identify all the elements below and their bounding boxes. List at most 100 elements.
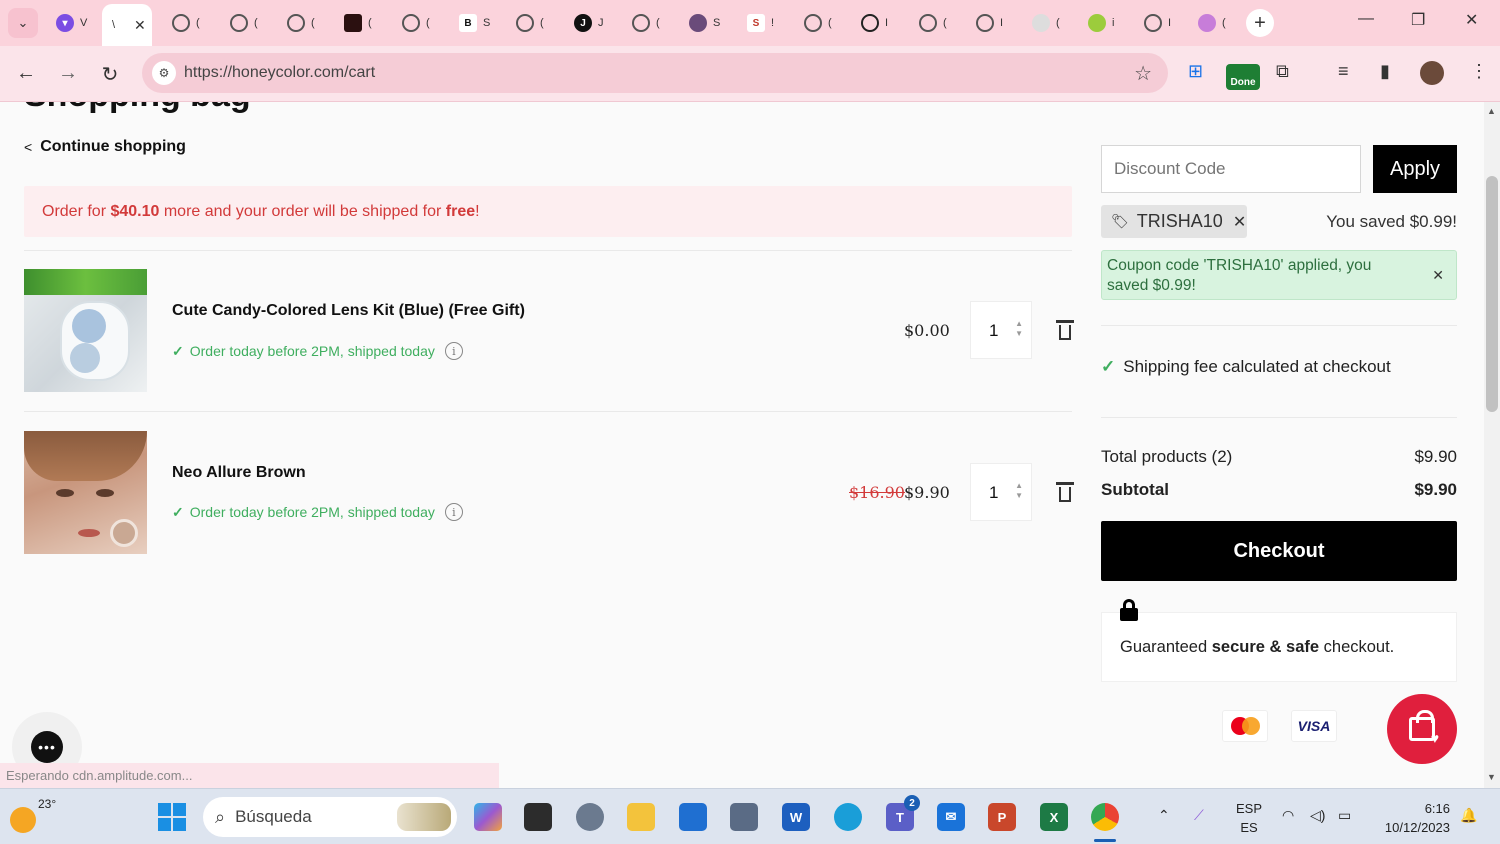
teams-icon[interactable]: T2 — [886, 795, 920, 831]
continue-shopping-link[interactable]: < Continue shopping — [24, 138, 186, 156]
wifi-icon[interactable]: ◠ — [1282, 807, 1294, 824]
start-button-icon[interactable] — [158, 803, 186, 831]
tab[interactable]: S — [681, 8, 735, 38]
notification-badge: 2 — [904, 795, 920, 811]
info-icon[interactable]: i — [444, 503, 463, 521]
system-clock[interactable]: 6:16 10/12/2023 — [1376, 799, 1450, 837]
input-language-indicator[interactable]: ESP ES — [1236, 799, 1262, 837]
restore-icon[interactable]: ❐ — [1411, 10, 1425, 30]
trash-icon[interactable] — [1056, 320, 1074, 342]
tab[interactable]: ( — [1024, 8, 1078, 38]
show-hidden-icons-icon[interactable]: ⌃ — [1158, 807, 1170, 824]
search-icon: ⌕ — [215, 806, 226, 827]
pen-tray-icon[interactable]: ⟋ — [1194, 807, 1204, 824]
address-bar[interactable]: ⚙ https://honeycolor.com/cart ☆ — [142, 53, 1168, 93]
forward-icon[interactable]: → — [56, 62, 80, 85]
profile-avatar[interactable] — [1420, 61, 1444, 85]
back-icon[interactable]: ← — [14, 62, 38, 85]
tab[interactable]: ( — [624, 8, 678, 38]
tab[interactable]: BS — [451, 8, 505, 38]
tab[interactable]: ( — [164, 8, 218, 38]
cart-page: Shopping bag < Continue shopping Order f… — [0, 102, 1484, 788]
mastercard-icon — [1222, 710, 1268, 742]
total-products-value: $9.90 — [1414, 447, 1457, 466]
taskbar-search[interactable]: ⌕ Búsqueda — [203, 797, 457, 837]
task-view-icon[interactable] — [524, 803, 552, 831]
url-text[interactable]: https://honeycolor.com/cart — [184, 64, 375, 82]
side-panel-icon[interactable]: ▮ — [1380, 61, 1390, 82]
scroll-up-icon[interactable]: ▲ — [1487, 106, 1496, 116]
close-alert-icon[interactable]: ✕ — [1432, 265, 1444, 285]
media-controls-icon[interactable]: ≡ — [1338, 61, 1349, 82]
file-explorer-icon[interactable] — [627, 803, 655, 831]
notification-bell-icon[interactable]: 🔔 — [1460, 807, 1477, 824]
tab[interactable]: ( — [394, 8, 448, 38]
product-price: $9.90 — [904, 483, 950, 502]
scrollbar-thumb[interactable] — [1486, 176, 1498, 412]
tab[interactable]: JJ — [566, 8, 620, 38]
site-settings-icon[interactable]: ⚙ — [152, 61, 176, 85]
settings-gear-icon[interactable] — [576, 803, 604, 831]
page-scrollbar[interactable]: ▲ ▼ — [1484, 102, 1500, 788]
tab[interactable]: ( — [336, 8, 390, 38]
tab[interactable]: I — [853, 8, 907, 38]
reload-icon[interactable]: ↻ — [98, 62, 122, 87]
divider — [24, 411, 1072, 412]
close-tab-icon[interactable]: ✕ — [134, 17, 146, 34]
tab-search-icon[interactable]: ⌄ — [8, 8, 38, 38]
tab[interactable]: ( — [222, 8, 276, 38]
extensions-icon[interactable]: ⧉ — [1276, 61, 1289, 82]
info-icon[interactable]: i — [444, 342, 463, 360]
j-icon: J — [574, 14, 592, 32]
checkout-button[interactable]: Checkout — [1101, 521, 1457, 581]
spinner-arrows-icon[interactable]: ▲ ▼ — [1015, 319, 1023, 339]
quantity-stepper[interactable]: 1 ▲ ▼ — [970, 301, 1032, 359]
minimize-icon[interactable]: — — [1358, 10, 1374, 28]
new-tab-button[interactable]: + — [1246, 9, 1274, 37]
saved-amount: You saved $0.99! — [1326, 212, 1457, 231]
quantity-stepper[interactable]: 1 ▲ ▼ — [970, 463, 1032, 521]
tab[interactable]: S! — [739, 8, 793, 38]
tab[interactable]: ( — [1190, 8, 1244, 38]
apply-discount-button[interactable]: Apply — [1373, 145, 1457, 193]
tab[interactable]: I — [968, 8, 1022, 38]
visa-icon: VISA — [1291, 710, 1337, 742]
tab[interactable]: ( — [508, 8, 562, 38]
product-image-lens-kit[interactable] — [24, 269, 147, 392]
product-name[interactable]: Neo Allure Brown — [172, 464, 306, 482]
translate-icon[interactable]: ⊞ — [1188, 61, 1203, 82]
done-extension-icon[interactable]: Done — [1226, 64, 1260, 90]
word-icon[interactable]: W — [782, 803, 810, 831]
tab[interactable]: I — [1136, 8, 1190, 38]
edge-icon[interactable] — [834, 803, 862, 831]
copilot-icon[interactable] — [474, 803, 502, 831]
weather-widget[interactable]: 23° — [10, 797, 56, 833]
battery-icon[interactable]: ▭ — [1338, 807, 1351, 824]
tab[interactable]: ( — [279, 8, 333, 38]
discount-code-input[interactable] — [1101, 145, 1361, 193]
calculator-icon[interactable] — [730, 803, 758, 831]
chrome-icon[interactable] — [1091, 803, 1119, 831]
product-image-neo-allure[interactable] — [24, 431, 147, 554]
excel-icon[interactable]: X — [1040, 803, 1068, 831]
scroll-down-icon[interactable]: ▼ — [1487, 772, 1496, 782]
remove-coupon-icon[interactable]: ✕ — [1233, 212, 1246, 232]
pen-icon — [1198, 14, 1216, 32]
tab[interactable]: ▾ V — [48, 8, 102, 38]
menu-kebab-icon[interactable]: ⋮ — [1470, 61, 1488, 82]
mail-icon[interactable]: ✉ — [937, 803, 965, 831]
close-window-icon[interactable]: ✕ — [1465, 10, 1478, 30]
tab[interactable]: i — [1080, 8, 1134, 38]
divider — [1101, 325, 1457, 326]
tab-active[interactable]: \ ✕ — [102, 4, 152, 46]
tab[interactable]: ( — [911, 8, 965, 38]
store-icon[interactable] — [679, 803, 707, 831]
volume-icon[interactable]: ◁) — [1310, 807, 1325, 824]
powerpoint-icon[interactable]: P — [988, 803, 1016, 831]
shopping-bag-fab[interactable]: ♥ — [1387, 694, 1457, 764]
bookmark-star-icon[interactable]: ☆ — [1134, 61, 1152, 86]
product-name[interactable]: Cute Candy-Colored Lens Kit (Blue) (Free… — [172, 302, 525, 320]
spinner-arrows-icon[interactable]: ▲ ▼ — [1015, 481, 1023, 501]
tab[interactable]: ( — [796, 8, 850, 38]
trash-icon[interactable] — [1056, 482, 1074, 504]
